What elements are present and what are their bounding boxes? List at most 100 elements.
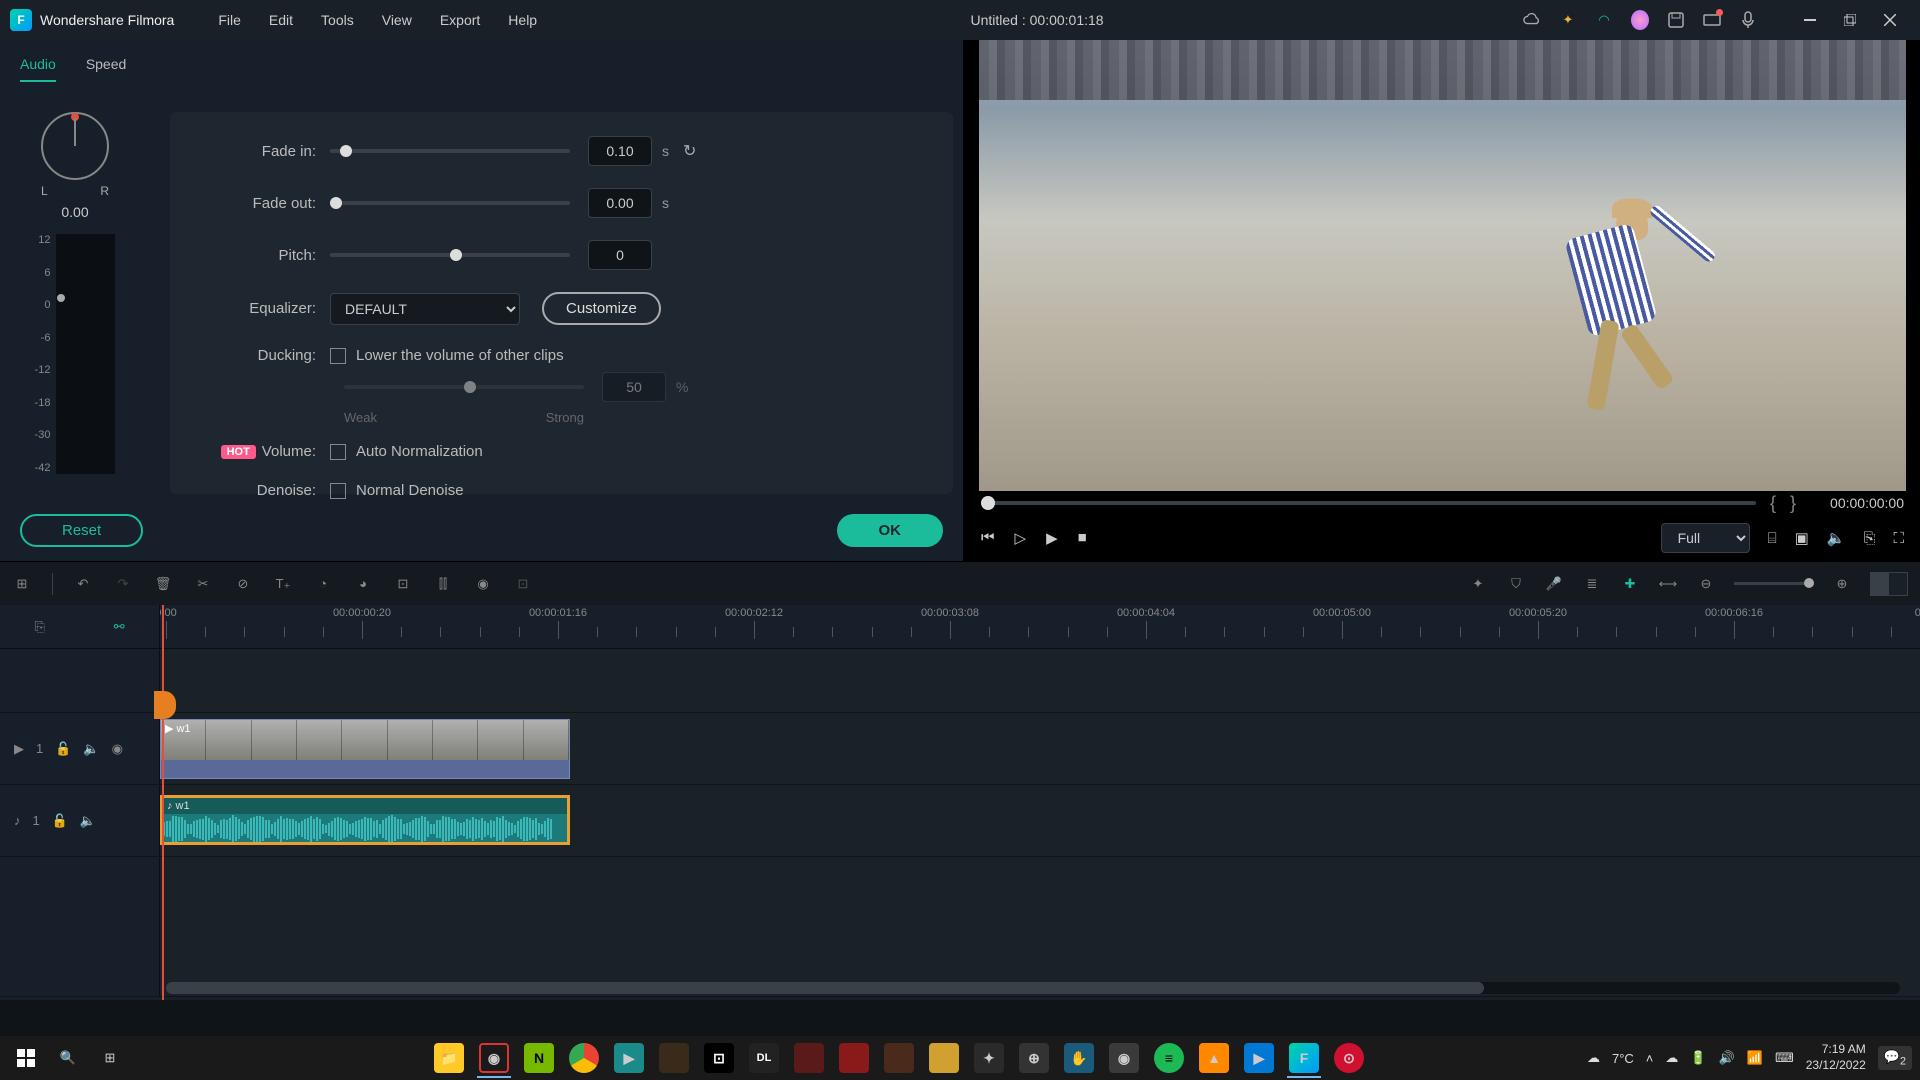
mixer-icon[interactable]: ≣ <box>1582 574 1602 594</box>
close-button[interactable] <box>1870 5 1910 35</box>
audio-track-icon[interactable]: ♪ <box>14 813 21 828</box>
fade-out-slider[interactable] <box>330 201 570 205</box>
crop-icon[interactable]: ⊡ <box>393 574 413 594</box>
start-button[interactable] <box>8 1040 44 1076</box>
weather-temp[interactable]: 7°C <box>1612 1051 1634 1066</box>
preview-video[interactable] <box>979 40 1906 491</box>
display-icon[interactable]: ⌸ <box>1768 530 1777 547</box>
zoom-in-icon[interactable]: ⊕ <box>1832 574 1852 594</box>
tray-lang-icon[interactable]: ⌨ <box>1775 1050 1794 1066</box>
balance-dial[interactable] <box>41 112 109 180</box>
audio-lock-icon[interactable]: 🔓 <box>52 813 68 829</box>
ok-button[interactable]: OK <box>837 514 944 547</box>
mic-download-icon[interactable] <box>1739 11 1757 29</box>
playhead[interactable] <box>162 605 164 1000</box>
redo-icon[interactable]: ↷ <box>113 574 133 594</box>
tray-onedrive-icon[interactable]: ☁ <box>1665 1050 1678 1066</box>
avatar-icon[interactable] <box>1631 11 1649 29</box>
task-view-button[interactable]: ⊞ <box>92 1040 128 1076</box>
auto-normalization-checkbox[interactable] <box>330 444 346 460</box>
visibility-icon[interactable]: ◉ <box>112 741 123 757</box>
zoom-out-icon[interactable]: ⊖ <box>1696 574 1716 594</box>
equalizer-select[interactable]: DEFAULT <box>330 293 520 325</box>
timeline-hscrollbar[interactable] <box>166 982 1900 994</box>
playhead-handle[interactable] <box>154 691 176 719</box>
snapshot-icon[interactable]: ▣ <box>1795 529 1809 547</box>
taskbar-app-11[interactable]: ✋ <box>1058 1038 1100 1078</box>
mark-in-icon[interactable]: { <box>1770 493 1776 514</box>
taskbar-app-12[interactable]: ◉ <box>1103 1038 1145 1078</box>
duration-icon[interactable]: ◕ <box>353 574 373 594</box>
menu-view[interactable]: View <box>368 6 426 34</box>
speed-icon[interactable]: ◔ <box>313 574 333 594</box>
taskbar-app-obs[interactable]: ◉ <box>473 1038 515 1078</box>
layout-icon[interactable]: ⊞ <box>12 574 32 594</box>
reset-button[interactable]: Reset <box>20 514 143 547</box>
customize-button[interactable]: Customize <box>542 292 661 325</box>
weather-icon[interactable]: ☁ <box>1587 1050 1600 1066</box>
adjust-icon[interactable]: ⫿⫿ <box>433 574 453 594</box>
step-back-icon[interactable]: ⏮ <box>981 529 995 547</box>
tab-audio[interactable]: Audio <box>20 48 56 82</box>
lightbulb-icon[interactable]: ✦ <box>1559 11 1577 29</box>
speaker-icon[interactable]: 🔈 <box>1827 529 1846 547</box>
pitch-slider[interactable] <box>330 253 570 257</box>
menu-export[interactable]: Export <box>426 6 494 34</box>
tray-battery-icon[interactable]: 🔋 <box>1690 1050 1706 1066</box>
taskbar-app-6[interactable] <box>833 1038 875 1078</box>
preview-quality-select[interactable]: Full <box>1661 523 1750 553</box>
pitch-value[interactable] <box>588 240 652 270</box>
ducking-slider[interactable] <box>344 385 584 389</box>
green-screen-icon[interactable]: ⊡ <box>513 574 533 594</box>
delete-icon[interactable]: 🗑 <box>153 574 173 594</box>
fullscreen-icon[interactable]: ⛶ <box>1893 530 1904 547</box>
taskbar-app-14[interactable]: ▶ <box>1238 1038 1280 1078</box>
link-icon[interactable]: ⚯ <box>109 617 129 637</box>
menu-edit[interactable]: Edit <box>255 6 307 34</box>
stop-icon[interactable]: ■ <box>1078 529 1087 547</box>
notifications-icon[interactable]: 💬2 <box>1878 1046 1912 1071</box>
undo-icon[interactable]: ↶ <box>73 574 93 594</box>
headphones-icon[interactable]: ◠ <box>1595 11 1613 29</box>
fade-in-slider[interactable] <box>330 149 570 153</box>
zoom-slider[interactable] <box>1734 582 1814 585</box>
play-icon[interactable]: ▶ <box>1046 529 1058 547</box>
shield-icon[interactable]: ⛉ <box>1506 574 1526 594</box>
taskbar-app-explorer[interactable]: 📁 <box>428 1038 470 1078</box>
maximize-button[interactable] <box>1830 5 1870 35</box>
search-button[interactable]: 🔍 <box>50 1040 86 1076</box>
taskbar-app-5[interactable] <box>788 1038 830 1078</box>
taskbar-app-chrome[interactable] <box>563 1038 605 1078</box>
voiceover-icon[interactable]: 🎤 <box>1544 574 1564 594</box>
fade-in-value[interactable] <box>588 136 652 166</box>
tray-volume-icon[interactable]: 🔊 <box>1719 1050 1735 1066</box>
taskbar-app-4[interactable]: DL <box>743 1038 785 1078</box>
taskbar-app-7[interactable] <box>878 1038 920 1078</box>
cloud-icon[interactable] <box>1523 11 1541 29</box>
taskbar-app-10[interactable]: ⊕ <box>1013 1038 1055 1078</box>
lock-icon[interactable]: 🔓 <box>55 741 71 757</box>
audio-mute-icon[interactable]: 🔈 <box>80 813 96 829</box>
tab-speed[interactable]: Speed <box>86 48 126 82</box>
taskbar-app-8[interactable] <box>923 1038 965 1078</box>
prohibit-icon[interactable]: ⊘ <box>233 574 253 594</box>
menu-file[interactable]: File <box>204 6 255 34</box>
mark-out-icon[interactable]: } <box>1790 493 1796 514</box>
marker-icon[interactable]: ✚ <box>1620 574 1640 594</box>
view-toggle[interactable] <box>1870 572 1908 596</box>
taskbar-app-3[interactable]: ⊡ <box>698 1038 740 1078</box>
save-icon[interactable] <box>1667 11 1685 29</box>
video-track-icon[interactable]: ▶ <box>14 741 24 757</box>
message-icon[interactable] <box>1703 11 1721 29</box>
taskbar-app-9[interactable]: ✦ <box>968 1038 1010 1078</box>
taskbar-app-1[interactable]: ▶ <box>608 1038 650 1078</box>
menu-tools[interactable]: Tools <box>307 6 368 34</box>
color-icon[interactable]: ◉ <box>473 574 493 594</box>
fade-out-value[interactable] <box>588 188 652 218</box>
taskbar-app-vlc[interactable]: ▲ <box>1193 1038 1235 1078</box>
mute-icon[interactable]: 🔈 <box>83 741 99 757</box>
system-clock[interactable]: 7:19 AM 23/12/2022 <box>1806 1042 1866 1073</box>
taskbar-app-filmora[interactable]: F <box>1283 1038 1325 1078</box>
denoise-checkbox[interactable] <box>330 483 346 499</box>
export-frame-icon[interactable]: ⎘ <box>1863 530 1875 547</box>
